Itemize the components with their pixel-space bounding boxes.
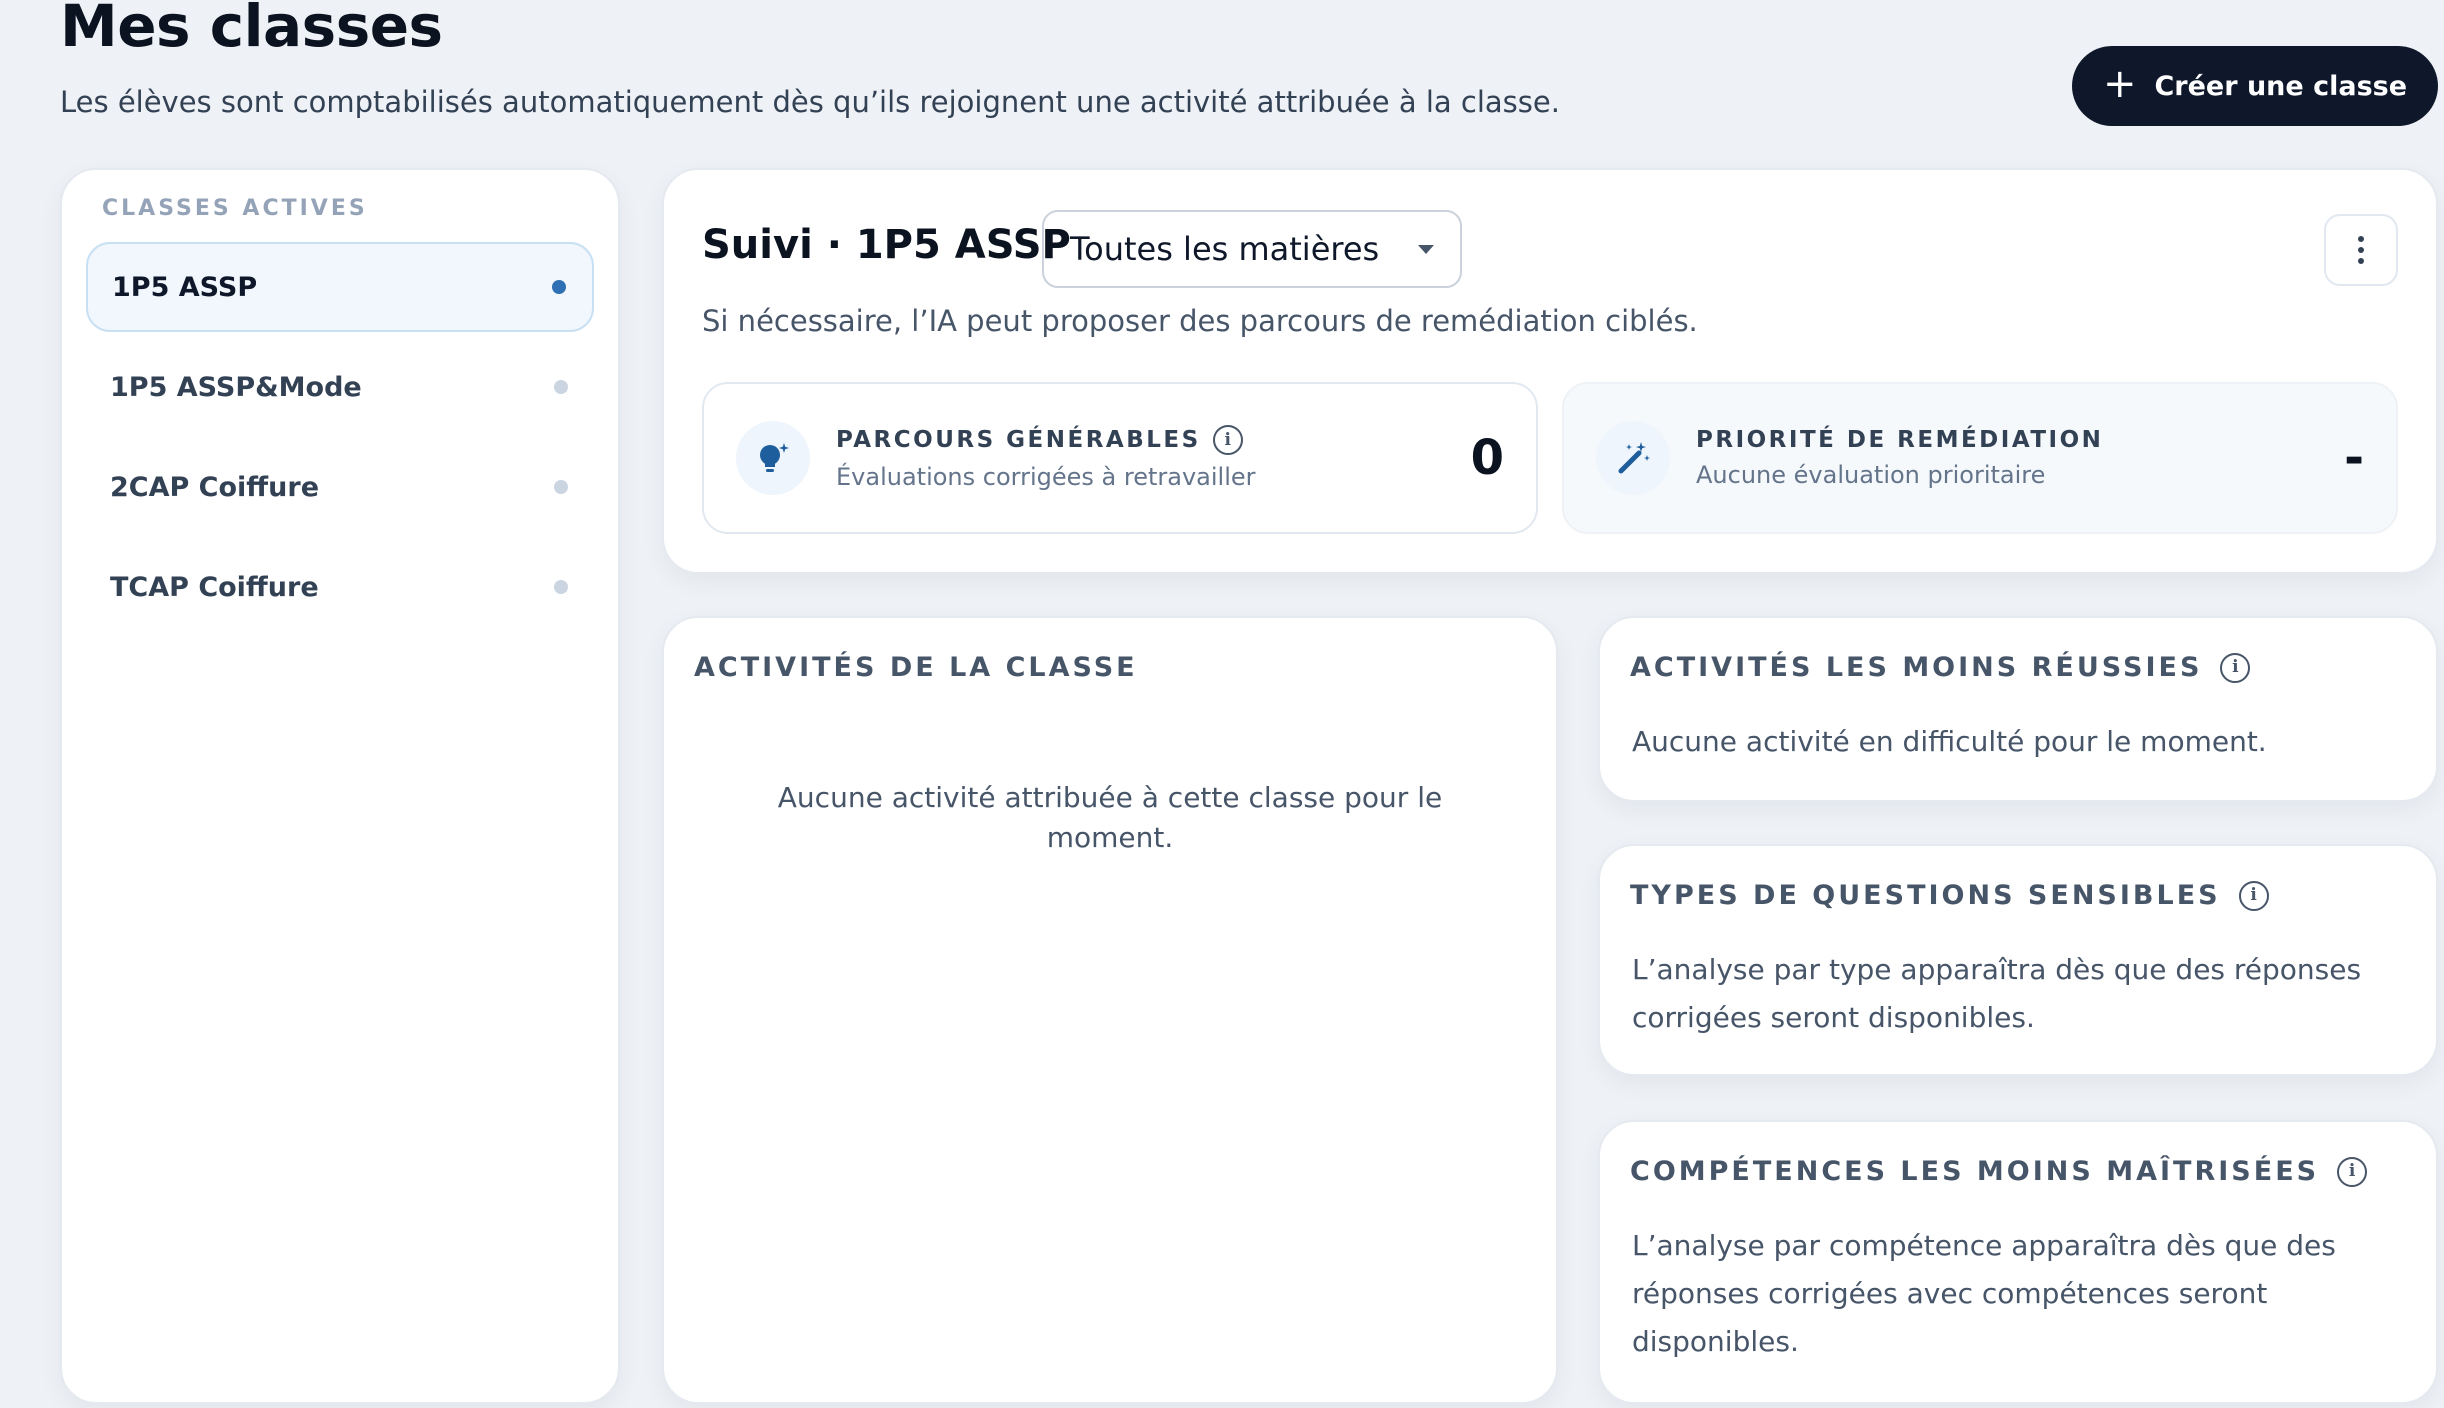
sidebar-item-1p5-assp[interactable]: 1P5 ASSP [86, 242, 594, 332]
info-icon[interactable]: i [2337, 1156, 2368, 1187]
least-mastered-skills-panel: COMPÉTENCES LES MOINS MAÎTRISÉES i L’ana… [1598, 1120, 2438, 1404]
sidebar-item-1p5-assp-mode[interactable]: 1P5 ASSP&Mode [86, 342, 594, 432]
stat-priorite-remediation[interactable]: PRIORITÉ DE REMÉDIATION Aucune évaluatio… [1562, 382, 2398, 534]
subject-select-value: Toutes les matières [1070, 230, 1380, 268]
kebab-dot-icon [2358, 236, 2364, 242]
sidebar-item-label: TCAP Coiffure [110, 571, 319, 603]
sensitive-question-types-panel: TYPES DE QUESTIONS SENSIBLES i L’analyse… [1598, 844, 2438, 1076]
suivi-title: Suivi · 1P5 ASSP [702, 222, 1071, 268]
sidebar-item-label: 2CAP Coiffure [110, 471, 320, 503]
status-dot-icon [554, 380, 568, 394]
sidebar-item-label: 1P5 ASSP&Mode [110, 371, 362, 403]
lightbulb-icon [736, 421, 810, 495]
suivi-subtitle: Si nécessaire, l’IA peut proposer des pa… [702, 304, 1698, 338]
sidebar-item-2cap-coiffure[interactable]: 2CAP Coiffure [86, 442, 594, 532]
active-dot-icon [552, 280, 566, 294]
panel-body-text: L’analyse par type apparaîtra dès que de… [1632, 953, 2362, 1034]
kebab-dot-icon [2358, 247, 2364, 253]
section-heading: TYPES DE QUESTIONS SENSIBLES [1630, 880, 2221, 911]
stat-description: Évaluations corrigées à retravailler [836, 463, 1256, 491]
classes-sidebar: CLASSES ACTIVES 1P5 ASSP 1P5 ASSP&Mode 2… [60, 168, 620, 1404]
stat-value: 0 [1470, 430, 1504, 486]
section-heading: COMPÉTENCES LES MOINS MAÎTRISÉES [1630, 1156, 2320, 1187]
info-icon[interactable]: i [1212, 425, 1243, 455]
create-class-label: Créer une classe [2154, 70, 2408, 102]
stat-description: Aucune évaluation prioritaire [1696, 461, 2046, 489]
sidebar-heading: CLASSES ACTIVES [102, 196, 368, 221]
info-icon[interactable]: i [2238, 880, 2269, 911]
info-icon[interactable]: i [2220, 652, 2251, 683]
least-successful-activities-panel: ACTIVITÉS LES MOINS RÉUSSIES i Aucune ac… [1598, 616, 2438, 802]
sidebar-item-tcap-coiffure[interactable]: TCAP Coiffure [86, 542, 594, 632]
stat-value: - [2344, 430, 2364, 486]
panel-body-text: L’analyse par compétence apparaîtra dès … [1632, 1229, 2336, 1358]
stat-label: PRIORITÉ DE REMÉDIATION [1696, 427, 2104, 453]
panel-body-text: Aucune activité en difficulté pour le mo… [1632, 725, 2267, 758]
page-title: Mes classes [60, 0, 443, 60]
create-class-button[interactable]: + Créer une classe [2072, 46, 2438, 126]
subject-select[interactable]: Toutes les matières [1042, 210, 1462, 288]
stat-label: PARCOURS GÉNÉRABLES [836, 427, 1201, 453]
plus-icon: + [2102, 61, 2137, 107]
page-subtitle: Les élèves sont comptabilisés automatiqu… [60, 85, 1560, 119]
kebab-dot-icon [2358, 258, 2364, 264]
class-activities-panel: ACTIVITÉS DE LA CLASSE Aucune activité a… [662, 616, 1558, 1404]
more-options-button[interactable] [2324, 214, 2398, 286]
status-dot-icon [554, 480, 568, 494]
section-heading: ACTIVITÉS DE LA CLASSE [694, 652, 1138, 683]
section-heading: ACTIVITÉS LES MOINS RÉUSSIES [1630, 652, 2203, 683]
chevron-down-icon [1418, 244, 1434, 254]
empty-state-text: Aucune activité attribuée à cette classe… [777, 781, 1443, 854]
stat-parcours-generables[interactable]: PARCOURS GÉNÉRABLES i Évaluations corrig… [702, 382, 1538, 534]
status-dot-icon [554, 580, 568, 594]
suivi-panel: Suivi · 1P5 ASSP Toutes les matières Si … [662, 168, 2438, 574]
magic-wand-icon [1596, 421, 1670, 495]
sidebar-item-label: 1P5 ASSP [112, 271, 258, 303]
